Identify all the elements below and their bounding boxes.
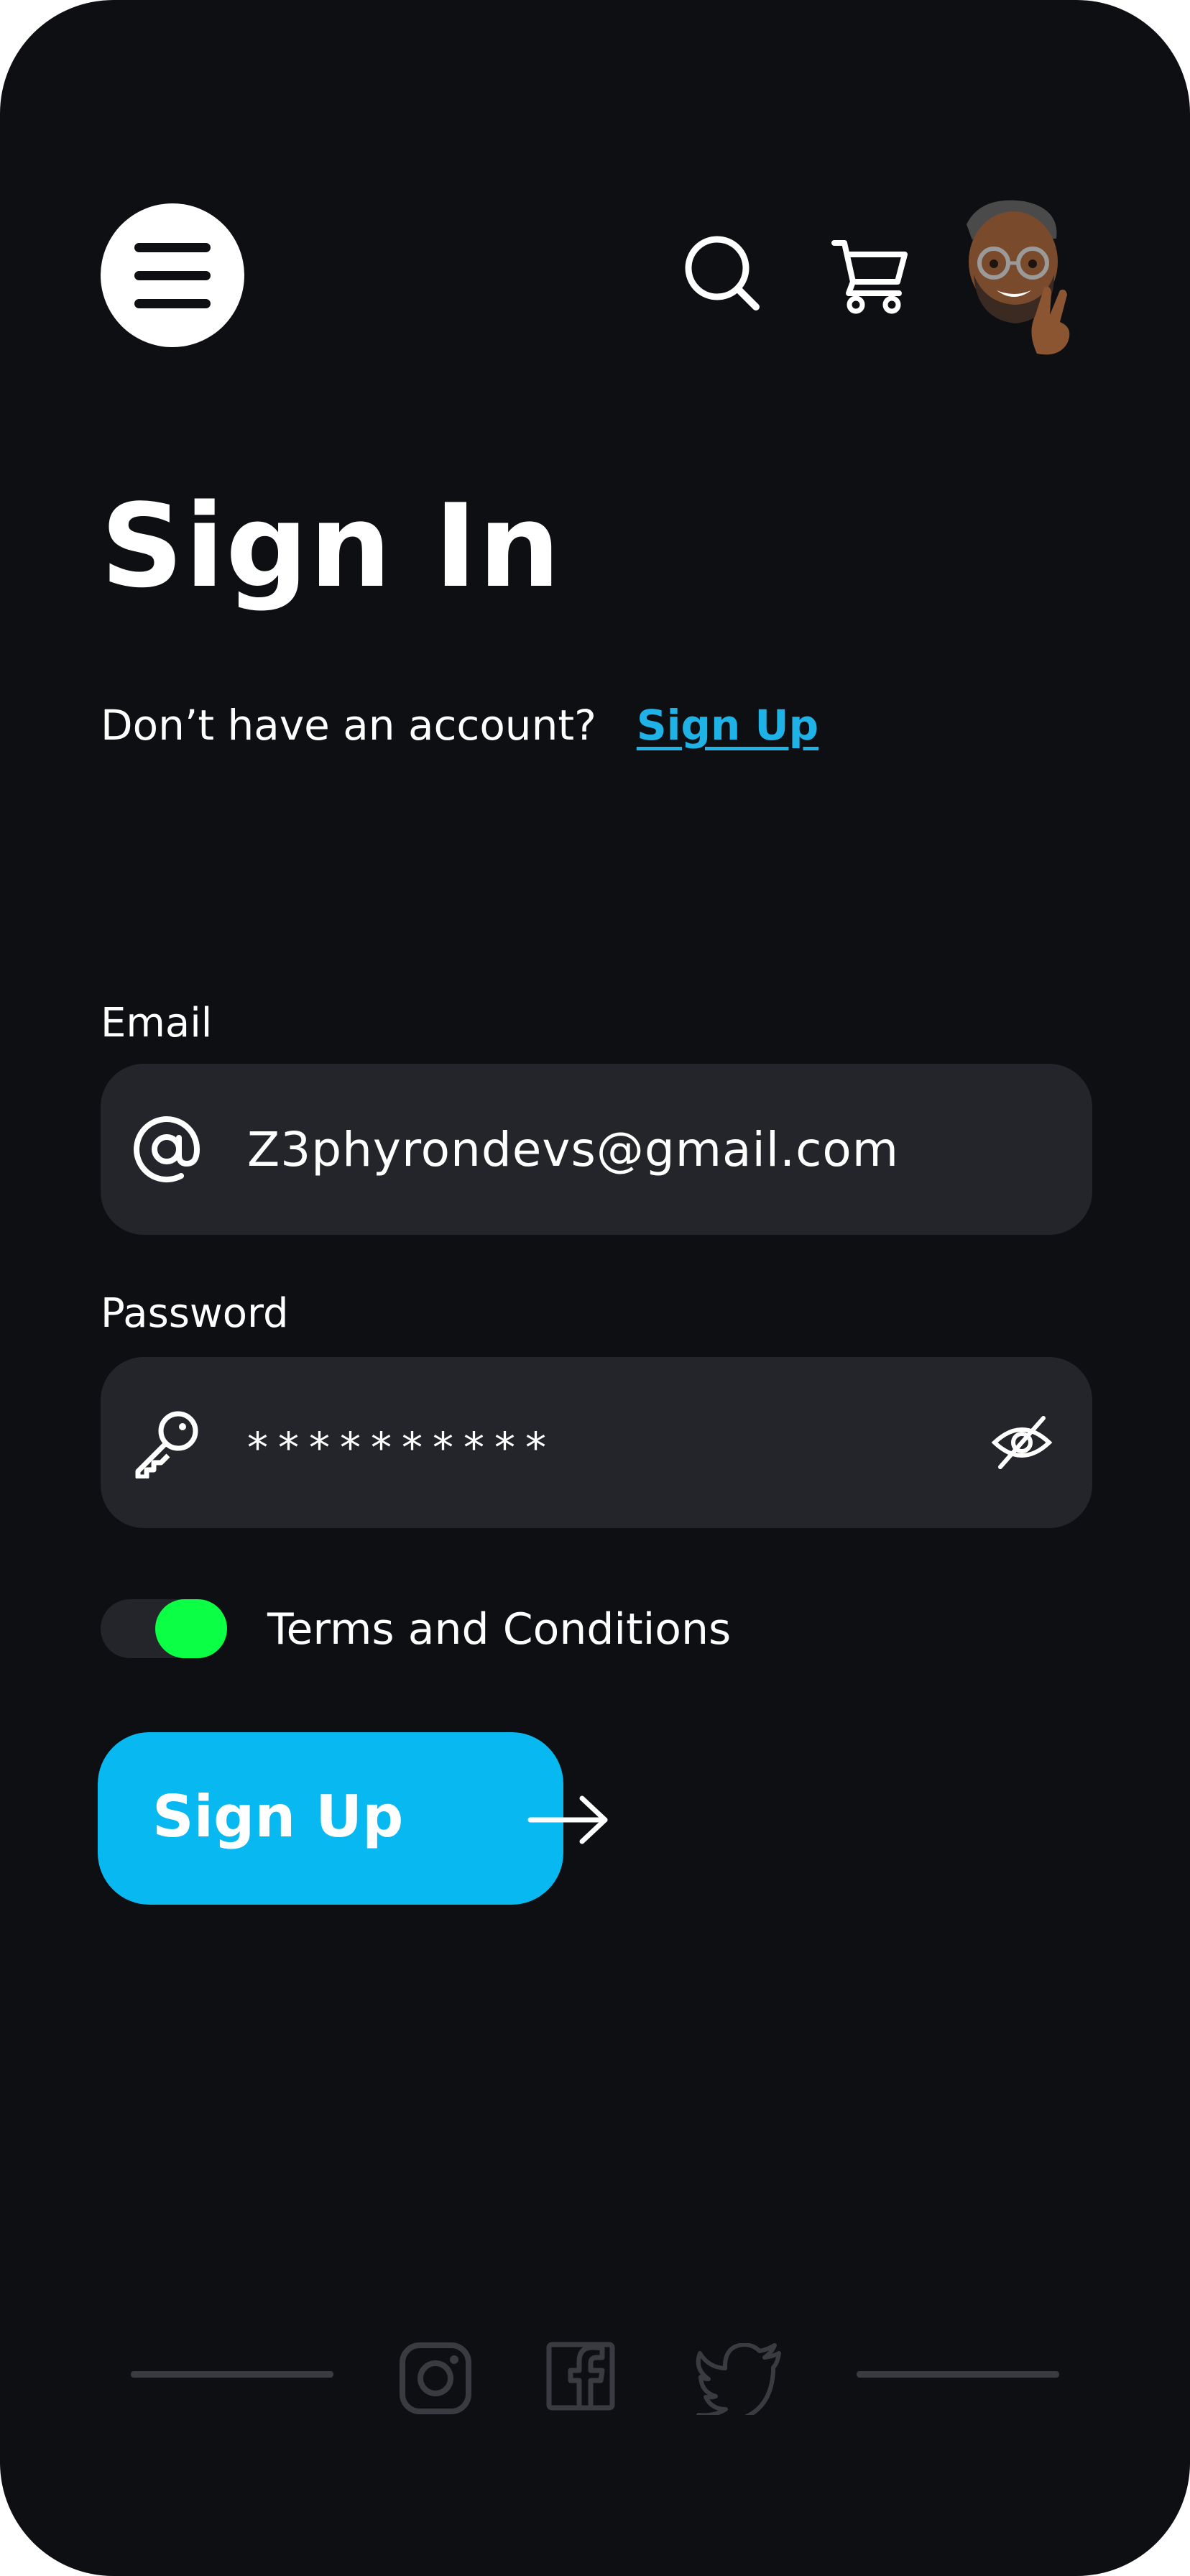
sign-up-button-label: Sign Up	[152, 1783, 404, 1850]
twitter-icon[interactable]	[696, 2343, 783, 2415]
footer-divider	[857, 2371, 1059, 2378]
email-value: Z3phyrondevs@gmail.com	[247, 1121, 900, 1177]
menu-bar	[134, 242, 211, 252]
avatar[interactable]	[952, 196, 1078, 357]
menu-bar	[134, 298, 211, 308]
menu-bar	[134, 270, 211, 280]
signup-link[interactable]: Sign Up	[637, 704, 818, 746]
arrow-right-icon	[527, 1795, 608, 1844]
password-label: Password	[101, 1290, 289, 1337]
instagram-icon[interactable]	[399, 2342, 472, 2415]
signup-prompt: Don’t have an account? Sign Up	[101, 704, 818, 746]
password-field[interactable]: **********	[101, 1357, 1092, 1528]
key-icon	[135, 1411, 198, 1478]
terms-toggle[interactable]	[101, 1599, 227, 1658]
email-label: Email	[101, 1000, 213, 1046]
signup-prompt-text: Don’t have an account?	[101, 701, 596, 750]
facebook-icon[interactable]	[546, 2342, 615, 2411]
email-field[interactable]: Z3phyrondevs@gmail.com	[101, 1064, 1092, 1235]
terms-label: Terms and Conditions	[267, 1604, 732, 1655]
menu-button[interactable]	[101, 203, 244, 347]
footer-divider	[131, 2371, 333, 2378]
toggle-knob	[155, 1599, 227, 1658]
password-value: **********	[247, 1423, 556, 1472]
eye-off-icon[interactable]	[990, 1411, 1053, 1474]
phone-screen: Sign In Don’t have an account? Sign Up E…	[0, 0, 1190, 2576]
sign-up-button[interactable]: Sign Up	[98, 1732, 608, 1905]
shopping-cart-icon[interactable]	[831, 236, 910, 315]
page-title: Sign In	[101, 479, 562, 613]
terms-row: Terms and Conditions	[101, 1599, 731, 1658]
search-icon[interactable]	[683, 234, 762, 313]
at-sign-icon	[134, 1116, 200, 1183]
